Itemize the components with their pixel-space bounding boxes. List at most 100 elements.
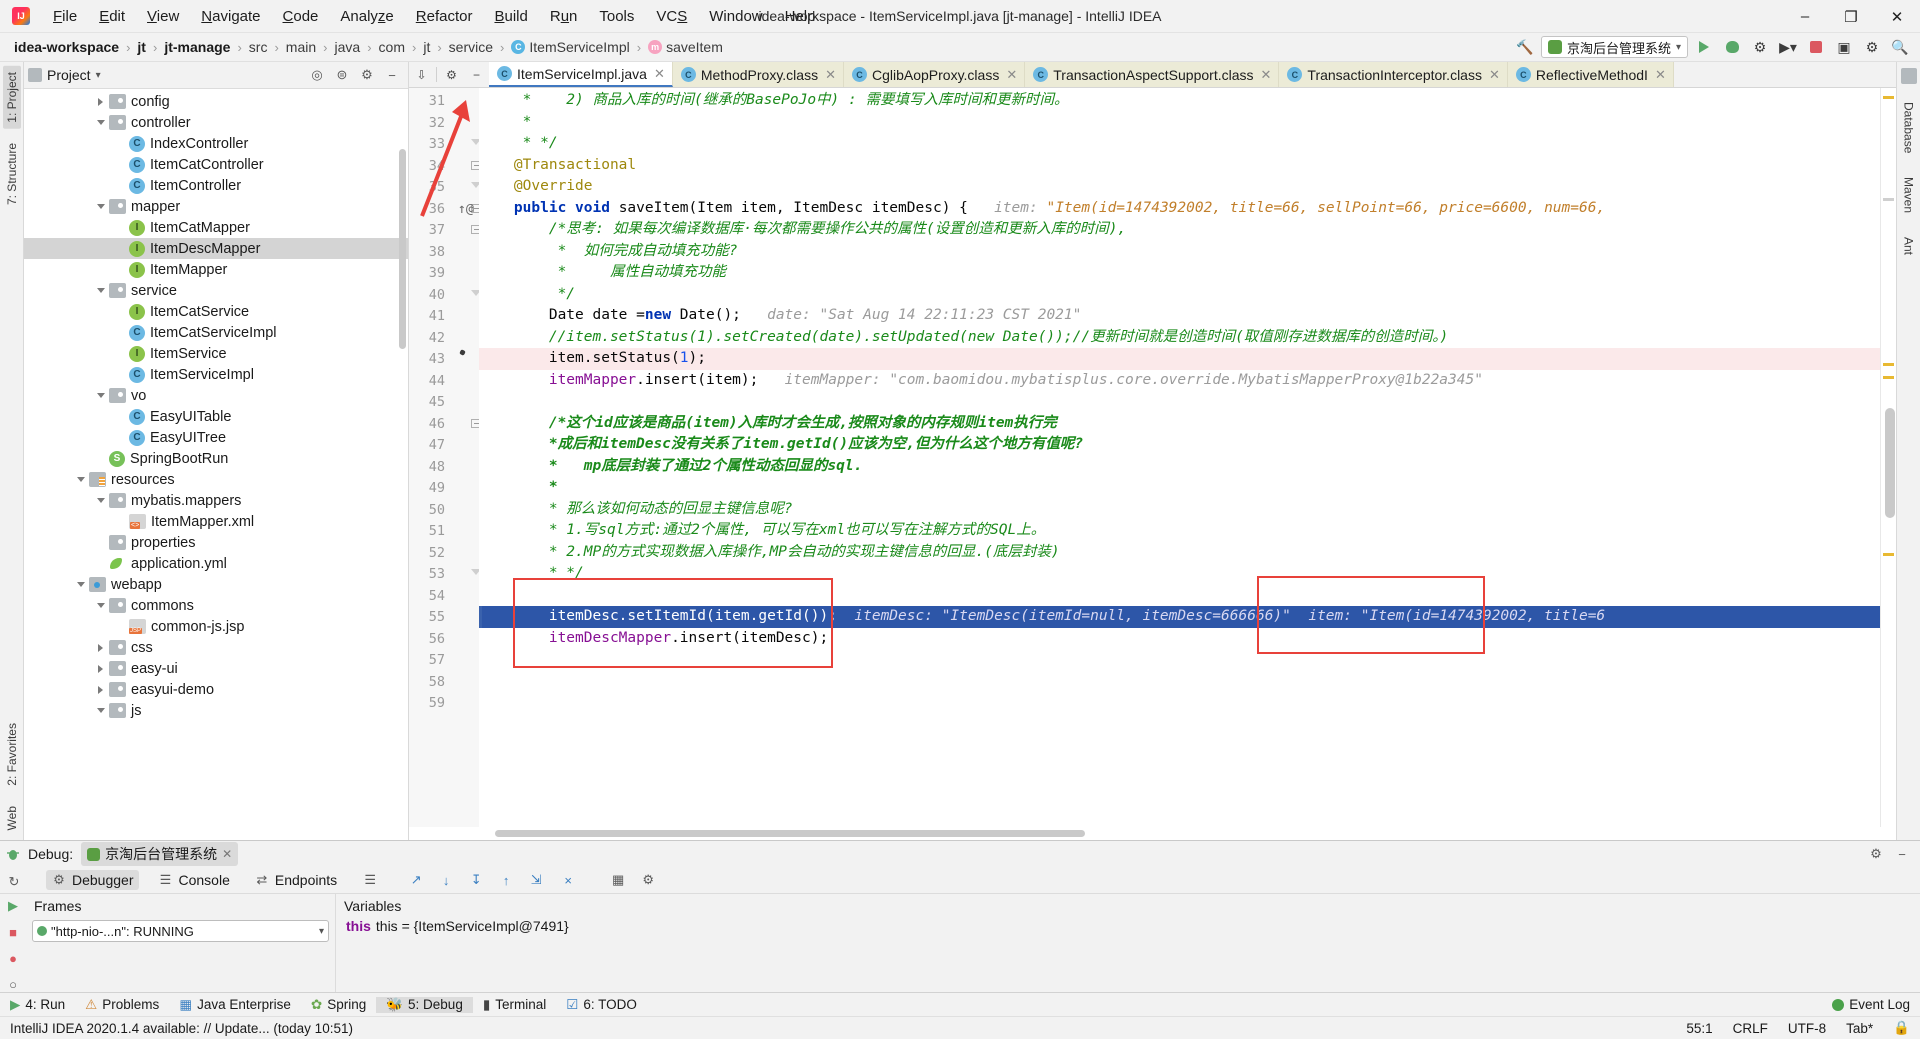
chevron-down-icon[interactable] — [74, 578, 87, 591]
line-separator[interactable]: CRLF — [1723, 1021, 1778, 1036]
menu-run[interactable]: Run — [539, 5, 589, 28]
menu-vcs[interactable]: VCS — [645, 5, 698, 28]
tree-item-itemcatservice[interactable]: I ItemCatService — [24, 301, 408, 322]
menu-edit[interactable]: Edit — [88, 5, 136, 28]
tree-item-itemcatserviceimpl[interactable]: C ItemCatServiceImpl — [24, 322, 408, 343]
status-item-event-log[interactable]: Event Log — [1822, 997, 1920, 1012]
variable-row-this[interactable]: this this = {ItemServiceImpl@7491} — [336, 918, 1920, 934]
menu-tools[interactable]: Tools — [588, 5, 645, 28]
menu-analyze[interactable]: Analyze — [329, 5, 404, 28]
tree-item-service[interactable]: service — [24, 280, 408, 301]
tree-item-mapper[interactable]: mapper — [24, 196, 408, 217]
tree-item-webapp[interactable]: webapp — [24, 574, 408, 595]
rerun-icon[interactable]: ↻ — [6, 874, 22, 890]
menu-view[interactable]: View — [136, 5, 190, 28]
variables-pane[interactable]: Variables this this = {ItemServiceImpl@7… — [336, 894, 1920, 992]
database-icon[interactable] — [1900, 68, 1917, 84]
rail-tab-ant[interactable]: Ant — [1900, 231, 1918, 261]
rail-tab-favorites[interactable]: 2: Favorites — [3, 717, 21, 792]
editor-marker-gutter[interactable] — [1880, 88, 1896, 827]
breadcrumb-item-saveitem[interactable]: m saveItem — [644, 38, 727, 56]
breadcrumb-item-jt[interactable]: jt — [133, 38, 150, 56]
collapse-all-icon[interactable]: ⊜ — [334, 67, 350, 83]
step-out-icon[interactable]: ↑ — [498, 872, 514, 888]
tree-item-easy-ui[interactable]: easy-ui — [24, 658, 408, 679]
code-line-41[interactable]: Date date =new Date(); date: "Sat Aug 14… — [479, 305, 1880, 327]
close-button[interactable]: ✕ — [1874, 0, 1920, 33]
thread-selector[interactable]: "http-nio-...n": RUNNING ▾ — [32, 920, 329, 942]
step-over-icon[interactable]: ↗ — [408, 872, 424, 888]
status-item-debug[interactable]: 🐝 5: Debug — [376, 996, 473, 1013]
status-item-java-enterprise[interactable]: ▦ Java Enterprise — [169, 997, 301, 1013]
editor-tab-reflectivemethodi[interactable]: C ReflectiveMethodI ✕ — [1507, 62, 1674, 87]
code-line-48[interactable]: * mp底层封装了通过2个属性动态回显的sql. — [479, 456, 1880, 478]
tree-item-application-yml[interactable]: application.yml — [24, 553, 408, 574]
code-line-52[interactable]: * 2.MP的方式实现数据入库操作,MP会自动的实现主键信息的回显.(底层封装) — [479, 542, 1880, 564]
breakpoints-icon[interactable]: ● — [5, 950, 21, 966]
editor-vertical-scrollbar[interactable] — [1885, 408, 1895, 518]
marker-warning[interactable] — [1883, 96, 1894, 99]
debug-session-tab[interactable]: 京淘后台管理系统 ✕ — [81, 842, 239, 866]
list-icon[interactable]: ☰ — [362, 872, 378, 888]
code-line-58[interactable] — [479, 671, 1880, 693]
editor-horizontal-scrollbar[interactable] — [495, 830, 1085, 837]
debug-tab-debugger[interactable]: ⚙ Debugger — [46, 870, 139, 890]
step-into-icon[interactable]: ↓ — [438, 872, 454, 888]
maximize-button[interactable]: ❐ — [1828, 0, 1874, 33]
menu-navigate[interactable]: Navigate — [190, 5, 271, 28]
debug-attach-icon[interactable]: ⚙ — [1748, 36, 1772, 58]
breadcrumb-item-jt-manage[interactable]: jt-manage — [160, 38, 234, 56]
menu-window[interactable]: Window — [698, 5, 773, 28]
breadcrumb-item-jt[interactable]: jt — [419, 38, 434, 56]
hide-icon[interactable]: − — [464, 62, 489, 87]
override-marker-icon[interactable]: ↑@ — [458, 201, 474, 217]
chevron-down-icon[interactable] — [94, 704, 107, 717]
chevron-down-icon[interactable] — [94, 116, 107, 129]
resume-icon[interactable]: ▶ — [5, 898, 21, 914]
editor-tab-transactioninterceptor-class[interactable]: C TransactionInterceptor.class ✕ — [1279, 62, 1508, 87]
tree-item-itemdescmapper[interactable]: I ItemDescMapper — [24, 238, 408, 259]
rail-tab-maven[interactable]: Maven — [1900, 171, 1918, 219]
hide-icon[interactable]: − — [384, 67, 400, 83]
settings-icon[interactable]: ⚙ — [640, 872, 656, 888]
close-icon[interactable]: ✕ — [1489, 67, 1500, 83]
tree-item-mybatis-mappers[interactable]: mybatis.mappers — [24, 490, 408, 511]
editor-tab-transactionaspectsupport-class[interactable]: C TransactionAspectSupport.class ✕ — [1025, 62, 1280, 87]
tree-item-commons[interactable]: commons — [24, 595, 408, 616]
debug-tab-endpoints[interactable]: ⇄ Endpoints — [249, 870, 342, 890]
force-step-into-icon[interactable]: ↧ — [468, 872, 484, 888]
tree-item-js[interactable]: js — [24, 700, 408, 721]
breadcrumb-item-idea-workspace[interactable]: idea-workspace — [10, 38, 123, 56]
rail-tab-structure[interactable]: 7: Structure — [3, 137, 21, 211]
code-line-31[interactable]: * 2) 商品入库的时间(继承的BasePoJo中) : 需要填写入库时间和更新… — [479, 90, 1880, 112]
tree-item-easyuitable[interactable]: C EasyUITable — [24, 406, 408, 427]
search-icon[interactable]: 🔍 — [1888, 36, 1912, 58]
chevron-down-icon[interactable] — [94, 389, 107, 402]
code-line-55[interactable]: itemDesc.setItemId(item.getId()); itemDe… — [479, 606, 1880, 628]
close-icon[interactable]: ✕ — [1261, 67, 1272, 83]
project-tree[interactable]: config controller C IndexController C ItemCat… — [24, 89, 408, 840]
marker-change[interactable] — [1883, 198, 1894, 201]
hammer-icon[interactable]: 🔨 — [1513, 36, 1537, 58]
collapse-icon[interactable]: ⇩ — [409, 62, 434, 87]
menu-refactor[interactable]: Refactor — [405, 5, 484, 28]
breadcrumb-item-src[interactable]: src — [245, 38, 272, 56]
code-line-44[interactable]: itemMapper.insert(item); itemMapper: "co… — [479, 370, 1880, 392]
code-line-45[interactable] — [479, 391, 1880, 413]
code-line-35[interactable]: @Override — [479, 176, 1880, 198]
chevron-down-icon[interactable] — [74, 473, 87, 486]
frames-pane[interactable]: Frames "http-nio-...n": RUNNING ▾ — [26, 894, 336, 992]
code-line-59[interactable] — [479, 692, 1880, 714]
code-line-42[interactable]: //item.setStatus(1).setCreated(date).set… — [479, 327, 1880, 349]
close-icon[interactable]: ✕ — [825, 67, 836, 83]
marker-warning[interactable] — [1883, 376, 1894, 379]
chevron-right-icon[interactable] — [94, 683, 107, 696]
tree-item-vo[interactable]: vo — [24, 385, 408, 406]
chevron-right-icon[interactable] — [94, 95, 107, 108]
code-line-56[interactable]: itemDescMapper.insert(itemDesc); — [479, 628, 1880, 650]
code-line-51[interactable]: * 1.写sql方式:通过2个属性, 可以写在xml也可以写在注解方式的SQL上… — [479, 520, 1880, 542]
status-item-todo[interactable]: ☑ 6: TODO — [556, 997, 647, 1013]
marker-warning[interactable] — [1883, 553, 1894, 556]
code-line-33[interactable]: * */ — [479, 133, 1880, 155]
tree-item-indexcontroller[interactable]: C IndexController — [24, 133, 408, 154]
